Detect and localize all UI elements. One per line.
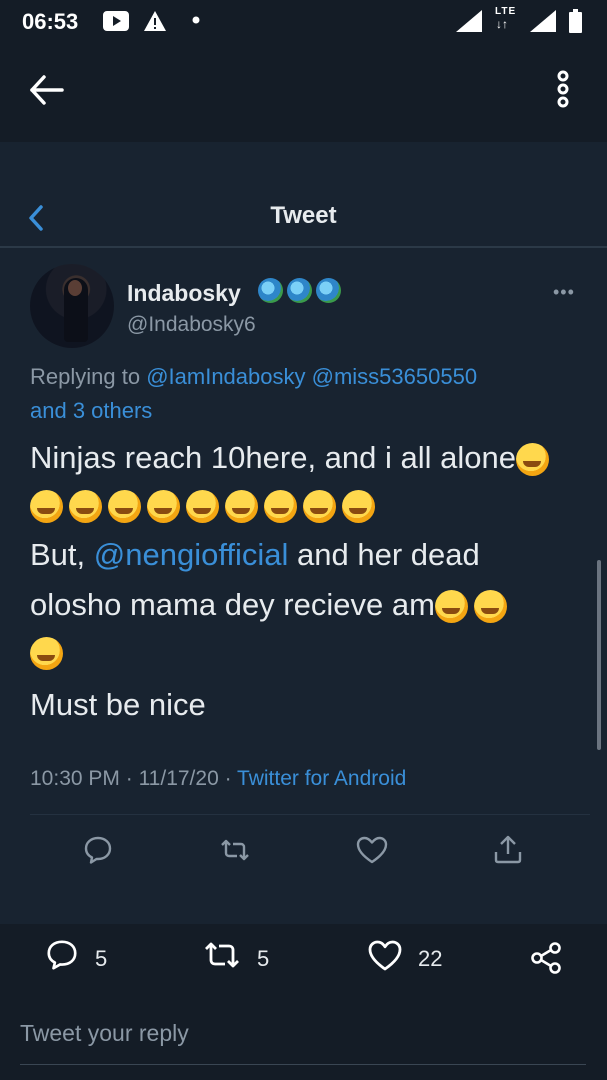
scrollbar[interactable] (597, 560, 601, 750)
others-link[interactable]: and 3 others (30, 398, 152, 423)
globe-icon (287, 278, 312, 303)
retweets-stat[interactable]: 5 (202, 938, 282, 978)
more-options-icon[interactable]: ••• (553, 282, 575, 303)
retweet-icon[interactable] (202, 938, 242, 972)
tweet-text: But, (30, 537, 86, 572)
share-icon[interactable] (528, 938, 564, 978)
author-handle[interactable]: @Indabosky6 (127, 313, 256, 337)
divider (0, 246, 607, 248)
tweet-text-line: But, @nengiofficial and her dead (30, 537, 600, 573)
likes-stat[interactable]: 22 (367, 938, 457, 978)
bottom-bar: 5 5 22 Tweet your reply (0, 924, 607, 1080)
like-icon[interactable] (367, 938, 403, 972)
replying-to: Replying to @IamIndabosky @miss53650550 (30, 364, 590, 390)
reply-input[interactable]: Tweet your reply (20, 1020, 586, 1047)
status-time: 06:53 (22, 9, 79, 34)
mention-link[interactable]: @IamIndabosky (146, 364, 305, 389)
tweet-text-line: Must be nice (30, 687, 600, 723)
lte-icon: LTE ↓↑ (495, 6, 517, 31)
app-bar (0, 42, 607, 142)
like-icon[interactable] (354, 832, 390, 868)
likes-count: 22 (418, 946, 443, 971)
replies-stat[interactable]: 5 (45, 938, 115, 978)
tweet-text-line: olosho mama dey recieve am (30, 587, 600, 624)
tweet-header: Tweet (0, 184, 607, 248)
rofl-emoji-icon (69, 490, 102, 523)
rofl-emoji-icon (264, 490, 297, 523)
rofl-emoji-icon (473, 590, 507, 624)
retweets-count: 5 (257, 946, 270, 971)
reply-icon[interactable] (45, 938, 79, 972)
tweet-text-line: Ninjas reach 10here, and i all alone (30, 440, 600, 477)
meta-separator: · (218, 767, 238, 790)
rofl-emoji-icon (303, 490, 336, 523)
tweet-text: Ninjas reach 10here, and i all alone (30, 440, 516, 475)
battery-icon (569, 9, 582, 33)
author-display-name[interactable]: Indabosky (127, 280, 241, 307)
tweet-text: Must be nice (30, 687, 206, 722)
mention-link[interactable]: @nengiofficial (94, 537, 289, 572)
signal-icon (530, 10, 556, 32)
tweet-actions (0, 832, 607, 872)
rofl-emoji-icon (30, 490, 63, 523)
share-icon[interactable] (490, 832, 526, 868)
emoji-row (30, 637, 69, 673)
tweet-date: 11/17/20 (138, 767, 219, 790)
rofl-emoji-icon (515, 443, 549, 477)
meta-separator: · (119, 767, 139, 790)
dot-icon (192, 16, 200, 24)
reply-icon[interactable] (80, 832, 116, 868)
avatar[interactable] (30, 264, 114, 348)
replies-count: 5 (95, 946, 108, 971)
rofl-emoji-icon (342, 490, 375, 523)
rofl-emoji-icon (108, 490, 141, 523)
tweet-source[interactable]: Twitter for Android (237, 767, 406, 790)
tweet-time: 10:30 PM (30, 767, 120, 790)
replying-to-prefix: Replying to (30, 364, 141, 389)
warning-icon (144, 11, 166, 31)
globe-icon (316, 278, 341, 303)
youtube-icon (103, 11, 129, 31)
globe-icon (258, 278, 283, 303)
rofl-emoji-icon (225, 490, 258, 523)
rofl-emoji-icon (30, 637, 63, 670)
emoji-row (30, 490, 381, 526)
tweet-text: olosho mama dey recieve am (30, 587, 435, 622)
signal-icon (456, 10, 482, 32)
mention-link[interactable]: @miss53650550 (312, 364, 477, 389)
reply-input-underline (20, 1064, 586, 1065)
name-badges (258, 278, 345, 306)
retweet-icon[interactable] (217, 832, 253, 868)
lte-label: LTE (495, 6, 517, 17)
tweet-text: and her dead (297, 537, 480, 572)
overflow-menu-icon[interactable] (548, 70, 578, 110)
rofl-emoji-icon (434, 590, 468, 624)
rofl-emoji-icon (186, 490, 219, 523)
status-bar: 06:53 LTE ↓↑ (0, 0, 607, 42)
divider (30, 814, 590, 815)
rofl-emoji-icon (147, 490, 180, 523)
back-arrow-icon[interactable] (28, 72, 68, 108)
replying-to-others: and 3 others (30, 398, 590, 424)
tweet-meta: 10:30 PM · 11/17/20 · Twitter for Androi… (30, 767, 406, 791)
header-title: Tweet (270, 202, 337, 229)
